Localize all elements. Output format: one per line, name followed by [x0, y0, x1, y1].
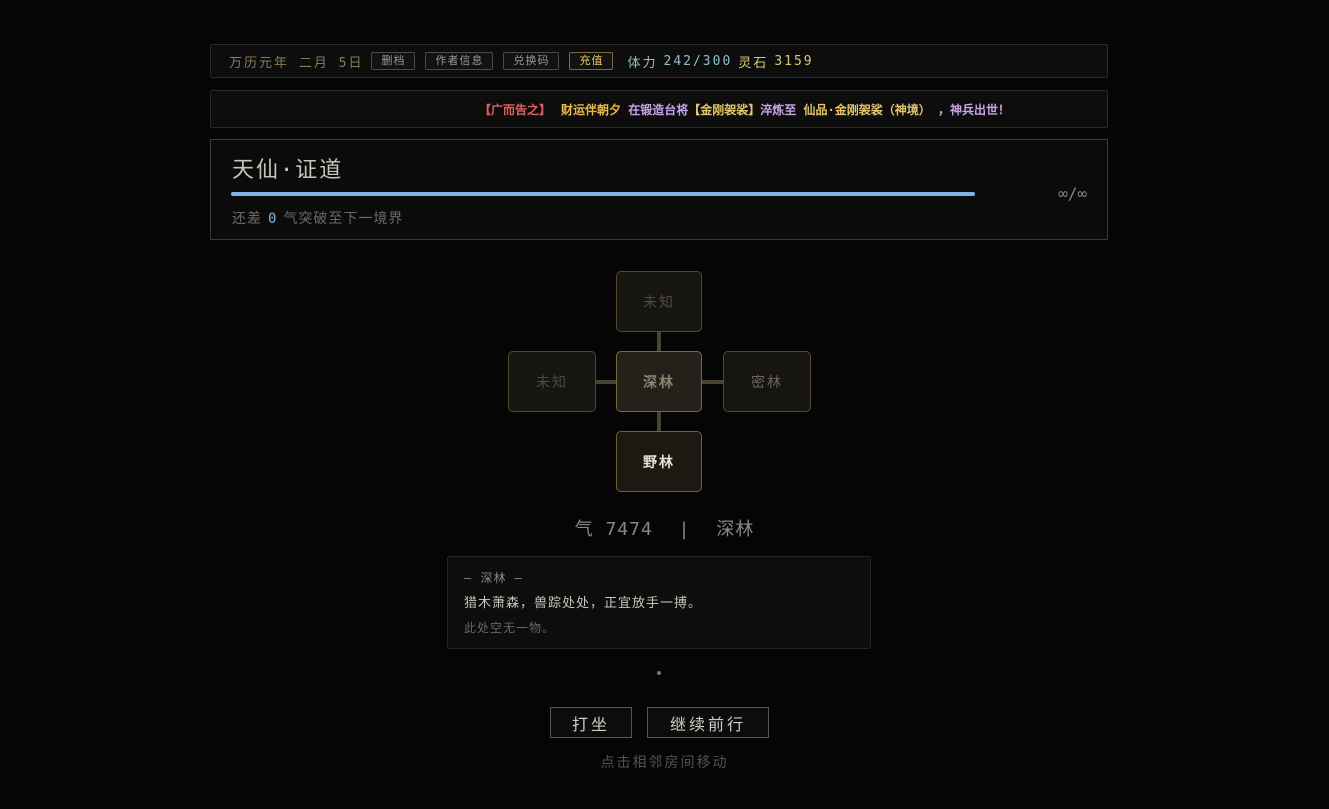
movement-hint: 点击相邻房间移动: [600, 755, 729, 771]
current-location: 深林: [716, 519, 755, 540]
location-description-box: — 深林 — 猎木萧森，兽踪处处，正宜放手一搏。 此处空无一物。: [447, 556, 871, 649]
announcement-item-from: 【金刚袈裟】: [688, 102, 761, 117]
map-link-east: [702, 380, 724, 384]
announcement-item-to: 仙品·金刚袈裟（神境）: [803, 102, 931, 117]
map-room-west[interactable]: 未知: [508, 351, 596, 412]
announcement-text-mid: 淬炼至: [760, 102, 804, 117]
description-title: — 深林 —: [464, 571, 523, 585]
description-note: 此处空无一物。: [464, 621, 556, 635]
realm-panel: 天仙·证道 ∞/∞ 还差 0 气突破至下一境界: [210, 139, 1108, 240]
announcement-player: 财运伴朝夕: [561, 102, 622, 117]
top-bar: 万历元年 二月 5日 删档 作者信息 兑换码 充值 体力 242/300 灵石 …: [210, 44, 1108, 78]
map-link-south: [657, 412, 661, 432]
qi-status: 气 7474 | 深林: [0, 515, 1329, 541]
spirit-stone-value: 3159: [774, 53, 814, 69]
recharge-button[interactable]: 充值: [569, 52, 614, 70]
realm-progress-cap: ∞/∞: [1058, 184, 1087, 203]
announcement-text-end: ，神兵出世！: [930, 102, 1010, 117]
map-room-north[interactable]: 未知: [616, 271, 702, 332]
announcement-text: 【广而告之】 财运伴朝夕 在锻造台将【金刚袈裟】淬炼至 仙品·金刚袈裟（神境） ，…: [479, 101, 1010, 118]
realm-sub-number: 0: [268, 211, 278, 227]
stamina-label: 体力: [627, 55, 658, 71]
map-room-current: 深林: [616, 351, 702, 412]
description-body: 猎木萧森，兽踪处处，正宜放手一搏。: [464, 596, 703, 611]
announcement-text-before: 在锻造台将: [621, 102, 689, 117]
realm-sub-after: 气突破至下一境界: [283, 211, 404, 227]
realm-progress-fill: [231, 192, 975, 196]
realm-sub-before: 还差: [232, 211, 262, 227]
map-room-south[interactable]: 野林: [616, 431, 702, 492]
delete-save-button[interactable]: 删档: [371, 52, 416, 70]
announcement-ticker: 【广而告之】 财运伴朝夕 在锻造台将【金刚袈裟】淬炼至 仙品·金刚袈裟（神境） ，…: [210, 90, 1108, 128]
stamina-value: 242/300: [663, 53, 733, 69]
announcement-tag: 【广而告之】: [479, 102, 552, 117]
realm-title: 天仙·证道: [232, 158, 344, 183]
status-separator: |: [678, 519, 691, 540]
map-link-west: [595, 380, 617, 384]
game-date: 万历元年 二月 5日: [229, 55, 364, 71]
meditate-button[interactable]: 打坐: [550, 707, 632, 738]
author-info-button[interactable]: 作者信息: [425, 52, 494, 70]
qi-value: 7474: [605, 519, 653, 540]
map-room-east[interactable]: 密林: [723, 351, 811, 412]
spirit-stone-label: 灵石: [738, 55, 769, 71]
qi-label: 气: [574, 519, 594, 540]
realm-breakthrough-text: 还差 0 气突破至下一境界: [232, 208, 403, 228]
map-link-north: [657, 332, 661, 352]
divider-dot: [657, 671, 661, 675]
realm-progress-bar: [231, 192, 975, 196]
redeem-code-button[interactable]: 兑换码: [503, 52, 560, 70]
continue-forward-button[interactable]: 继续前行: [647, 707, 769, 738]
